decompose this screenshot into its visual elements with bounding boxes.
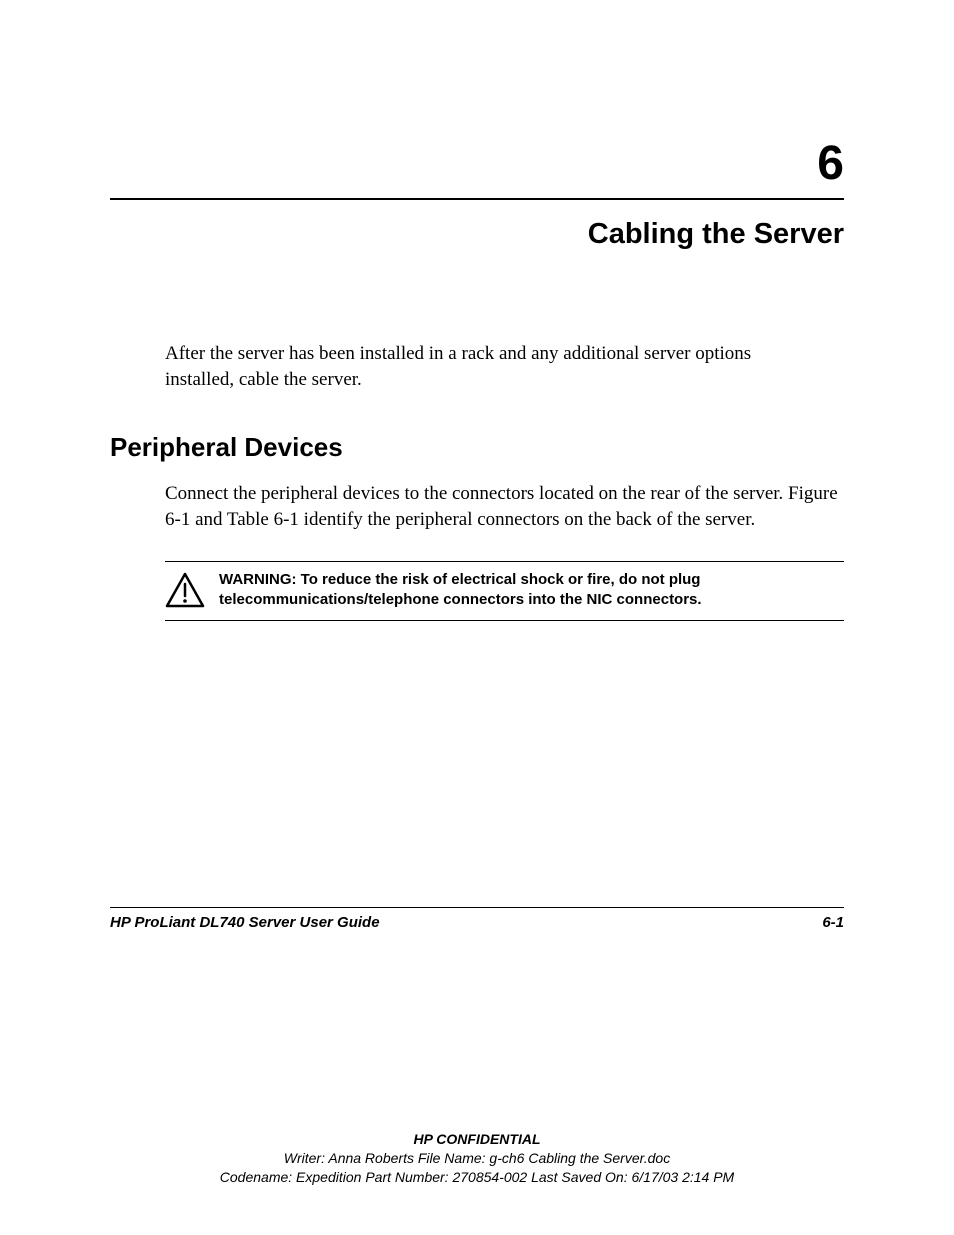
document-page: 6 Cabling the Server After the server ha… [0,0,954,1235]
intro-paragraph: After the server has been installed in a… [165,341,785,392]
footer-confidential: HP CONFIDENTIAL [110,1130,844,1149]
footer-page-number: 6-1 [822,914,844,931]
footer-guide-title: HP ProLiant DL740 Server User Guide [110,914,380,931]
warning-icon [165,570,205,608]
footer-codename-line: Codename: Expedition Part Number: 270854… [110,1168,844,1187]
warning-label: WARNING: [219,571,297,588]
footer-writer-line: Writer: Anna Roberts File Name: g-ch6 Ca… [110,1149,844,1168]
chapter-number: 6 [110,140,844,188]
section-heading-peripheral-devices: Peripheral Devices [110,432,844,463]
section-body: Connect the peripheral devices to the co… [165,481,844,532]
page-footer: HP ProLiant DL740 Server User Guide 6-1 [110,907,844,931]
doc-metadata-footer: HP CONFIDENTIAL Writer: Anna Roberts Fil… [110,1130,844,1187]
chapter-title: Cabling the Server [110,218,844,251]
chapter-rule [110,198,844,200]
warning-text: WARNING: To reduce the risk of electrica… [219,570,779,611]
warning-block: WARNING: To reduce the risk of electrica… [165,561,844,622]
